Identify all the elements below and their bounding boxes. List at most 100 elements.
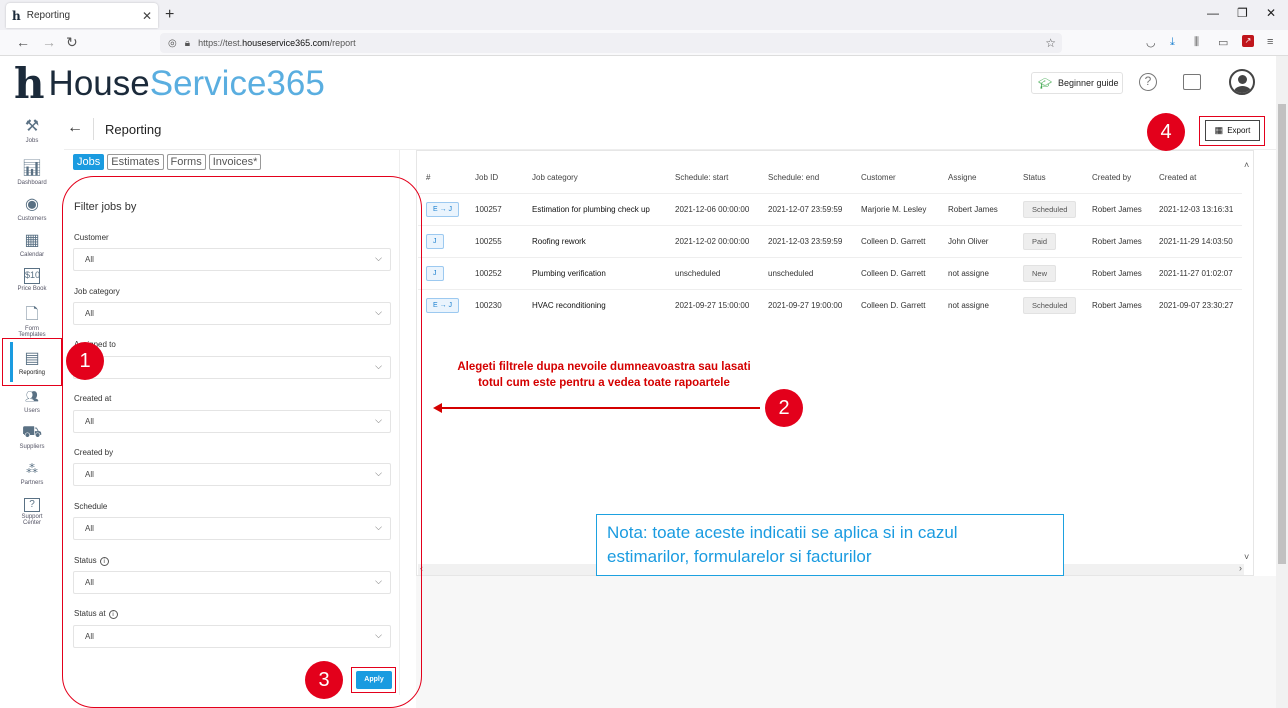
app-logo[interactable]: h House Service365 [14,62,325,106]
sidebar-item-price-book[interactable]: $10 Price Book [0,268,64,292]
tab-invoices[interactable]: Invoices* [208,154,262,170]
browser-nav-bar: ← → ↻ ◎ 🔒︎ https://test. houseservice365.… [0,30,1288,56]
status-badge: Scheduled [1023,296,1077,314]
column-header[interactable]: Status [1015,163,1084,193]
schedule-start: unscheduled [667,256,760,289]
menu-icon[interactable]: ≡ [1267,36,1273,48]
job-category: Estimation for plumbing check up [524,192,667,225]
column-header[interactable]: Job category [524,163,667,193]
sidebar-item-label: Support Center [21,514,43,526]
bookmark-star-icon[interactable]: ☆ [1045,36,1056,50]
schedule-start: 2021-12-02 00:00:00 [667,224,760,257]
job-id: 100257 [467,192,524,225]
library-icon[interactable]: ⫼ [1194,36,1199,49]
pocket-icon[interactable]: ◡ [1146,36,1156,49]
window-close-icon[interactable]: ✕ [1266,6,1276,20]
url-prefix: https://test. [198,38,243,48]
graduation-cap-icon: 🎓︎ [1038,77,1052,90]
tab-title: Reporting [26,10,71,21]
sidebar-toggle-icon[interactable]: ▭ [1218,36,1228,49]
customer: Colleen D. Garrett [853,256,940,289]
reload-icon[interactable]: ↻ [66,34,78,51]
annotation-hint: Alegeti filtrele dupa nevoile dumneavoas… [430,359,778,391]
status-badge: Scheduled [1023,200,1077,218]
scrollbar-thumb[interactable] [1278,104,1286,564]
lock-icon: 🔒︎ [184,37,191,49]
restore-icon[interactable]: ❐ [1237,6,1248,20]
browser-tab[interactable]: h Reporting ✕ [6,3,158,28]
annotation-arrowhead [433,403,442,413]
beginner-guide-button[interactable]: 🎓︎ Beginner guide [1031,72,1123,94]
created-at: 2021-12-03 13:16:31 [1151,192,1242,225]
page-scrollbar[interactable] [1276,56,1288,708]
logo-mark: h [14,59,45,108]
tools-icon: ⚒ [24,118,40,135]
help-icon[interactable]: ? [1139,73,1157,91]
scroll-up-icon[interactable]: ˄ [1244,160,1249,170]
annotation-note-line2: estimarilor, formularelor si facturilor [607,547,872,566]
column-header[interactable]: Schedule: start [667,163,760,193]
sidebar-item-label: Form Templates [18,326,46,338]
documents-icon[interactable] [1183,74,1201,90]
chart-icon: 📊︎ [21,160,43,177]
new-tab-icon[interactable]: + [165,6,174,24]
back-icon[interactable]: ← [16,34,30,50]
column-header[interactable]: Created by [1084,163,1151,193]
schedule-start: 2021-09-27 15:00:00 [667,288,760,321]
column-header[interactable]: Schedule: end [760,163,853,193]
schedule-end: 2021-12-03 23:59:59 [760,224,853,257]
shield-icon: ◎ [168,37,177,49]
schedule-start: 2021-12-06 00:00:00 [667,192,760,225]
sidebar-item-customers[interactable]: ◉ Customers [0,196,64,222]
scroll-down-icon[interactable]: ˅ [1244,552,1249,562]
sidebar-item-suppliers[interactable]: ⛟ Suppliers [0,424,64,450]
table-row[interactable]: E → J 100230 HVAC reconditioning 2021-09… [418,288,1242,321]
sidebar-item-label: Calendar [19,252,45,258]
sidebar-item-dashboard[interactable]: 📊︎ Dashboard [0,160,64,186]
beginner-guide-label: Beginner guide [1057,78,1119,88]
column-header[interactable]: Job ID [467,163,524,193]
avatar[interactable] [1229,69,1255,95]
divider [93,118,94,140]
job-category: HVAC reconditioning [524,288,667,321]
type-badge: J [426,233,444,249]
table-header-row: # Job ID Job category Schedule: start Sc… [418,163,1242,193]
close-tab-icon[interactable]: ✕ [142,9,152,23]
tab-forms[interactable]: Forms [166,154,206,170]
download-icon[interactable]: ⤓ [1170,36,1175,49]
schedule-end: 2021-12-07 23:59:59 [760,192,853,225]
page-title: Reporting [105,122,162,137]
sidebar-item-partners[interactable]: ⁂ Partners [0,460,64,486]
created-by: Robert James [1084,192,1151,225]
url-bar[interactable]: ◎ 🔒︎ https://test. houseservice365.com/re… [160,33,1062,53]
column-header[interactable]: Created at [1151,163,1242,193]
job-category: Roofing rework [524,224,667,257]
customer: Colleen D. Garrett [853,288,940,321]
job-id: 100255 [467,224,524,257]
sidebar-item-calendar[interactable]: ▦ Calendar [0,232,64,258]
minimize-icon[interactable]: — [1207,6,1219,20]
scroll-right-icon[interactable]: › [1239,563,1242,573]
pricebook-icon: $10 [24,268,40,284]
sidebar-item-jobs[interactable]: ⚒ Jobs [0,118,64,144]
column-header[interactable]: Assigne [940,163,1015,193]
table-row[interactable]: J 100252 Plumbing verification unschedul… [418,256,1242,289]
back-arrow-icon[interactable]: ← [67,119,83,137]
table-row[interactable]: J 100255 Roofing rework 2021-12-02 00:00… [418,224,1242,257]
tab-jobs[interactable]: Jobs [73,154,105,170]
annotation-step-4: 4 [1147,113,1185,151]
sidebar-item-label: Partners [20,480,44,486]
table-row[interactable]: E → J 100257 Estimation for plumbing che… [418,192,1242,225]
report-table: # Job ID Job category Schedule: start Sc… [418,163,1242,321]
sidebar-item-support-center[interactable]: ? Support Center [0,498,64,526]
column-header[interactable]: Customer [853,163,940,193]
url-path: /report [329,38,356,48]
forward-icon[interactable]: → [42,34,56,50]
annotation-highlight-filters [62,176,422,708]
extension-icon[interactable]: ↗ [1242,35,1254,47]
filter-tabs: Jobs Estimates Forms Invoices* [73,154,262,170]
sidebar-item-users[interactable]: 👥︎ Users [0,388,64,414]
column-header[interactable]: # [418,163,467,193]
sidebar-item-form-templates[interactable]: 🗋︎ Form Templates [0,306,64,338]
tab-estimates[interactable]: Estimates [107,154,164,170]
